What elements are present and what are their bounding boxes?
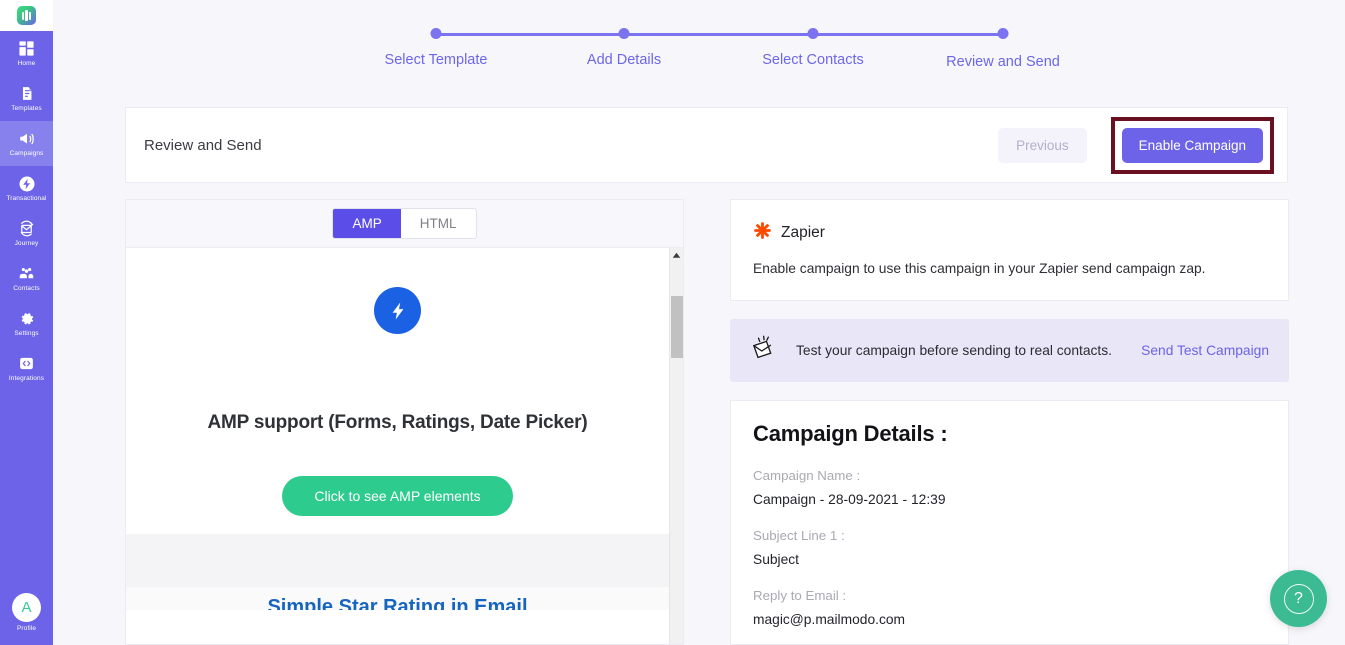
app-logo[interactable] <box>0 0 53 31</box>
enable-campaign-button[interactable]: Enable Campaign <box>1121 127 1263 163</box>
field-value: Campaign - 28-09-2021 - 12:39 <box>753 492 946 507</box>
main-area: Select Template Add Details Select Conta… <box>53 0 1345 645</box>
stepper-connector <box>436 33 624 36</box>
bolt-circle-icon <box>18 174 36 193</box>
header-actions: Previous Enable Campaign <box>998 116 1287 174</box>
app-root: Home Templates Campaigns Transactional J <box>0 0 1345 645</box>
document-icon <box>18 84 35 103</box>
stepper-connector <box>624 33 813 36</box>
code-box-icon <box>18 354 35 373</box>
test-campaign-text: Test your campaign before sending to rea… <box>796 343 1112 358</box>
preview-scroll-area: AMP support (Forms, Ratings, Date Picker… <box>126 248 683 644</box>
sidebar-item-integrations[interactable]: Integrations <box>0 346 53 391</box>
stepper-dot-3[interactable] <box>807 28 819 39</box>
email-next-section: Simple Star Rating in Email <box>126 587 669 610</box>
mailmodo-logo-icon <box>17 6 36 25</box>
scrollbar-thumb[interactable] <box>671 296 683 358</box>
field-label: Reply to Email : <box>753 588 847 603</box>
question-mark-icon: ? <box>1283 583 1314 614</box>
zapier-card: Zapier Enable campaign to use this campa… <box>730 199 1289 301</box>
gear-icon <box>18 309 36 328</box>
avatar: A <box>12 593 41 622</box>
tab-amp[interactable]: AMP <box>333 209 401 238</box>
tab-html[interactable]: HTML <box>400 209 476 238</box>
field-reply-to-email: Reply to Email : magic@p.mailmodo.com <box>753 588 1266 627</box>
sidebar-item-campaigns[interactable]: Campaigns <box>0 121 53 166</box>
field-campaign-name: Campaign Name : Campaign - 28-09-2021 - … <box>753 468 1266 507</box>
stepper-label-select-contacts[interactable]: Select Contacts <box>762 52 864 68</box>
sidebar-item-label: Settings <box>14 330 39 337</box>
stepper-dot-4[interactable] <box>997 28 1009 39</box>
sidebar-item-journey[interactable]: Journey <box>0 211 53 256</box>
campaign-details-card: Campaign Details : Campaign Name : Campa… <box>730 400 1289 645</box>
preview-tabs: AMP HTML <box>332 208 477 239</box>
sidebar-item-profile[interactable]: A Profile <box>0 593 53 633</box>
sidebar: Home Templates Campaigns Transactional J <box>0 0 53 645</box>
profile-label: Profile <box>16 625 37 632</box>
grid-icon <box>18 39 35 58</box>
field-label: Subject Line 1 : <box>753 528 845 543</box>
field-value: Subject <box>753 552 800 567</box>
preview-scrollbar[interactable] <box>669 248 683 644</box>
sidebar-item-label: Campaigns <box>9 150 44 157</box>
sidebar-item-label: Templates <box>11 105 42 112</box>
stepper-dot-2[interactable] <box>618 28 630 39</box>
sidebar-item-label: Contacts <box>13 285 40 292</box>
help-button[interactable]: ? <box>1270 570 1327 627</box>
zapier-header: Zapier <box>753 221 1266 245</box>
caret-up-icon[interactable] <box>670 248 683 262</box>
sidebar-item-label: Integrations <box>8 375 45 382</box>
email-preview-card: AMP HTML AMP support (Forms, Ratings, Da… <box>125 199 684 645</box>
email-headline: AMP support (Forms, Ratings, Date Picker… <box>207 412 588 433</box>
zapier-title: Zapier <box>781 224 825 241</box>
right-column: Zapier Enable campaign to use this campa… <box>730 199 1289 645</box>
stepper-label-add-details[interactable]: Add Details <box>587 52 661 68</box>
field-subject-line-1: Subject Line 1 : Subject <box>753 528 1266 567</box>
page-title: Review and Send <box>144 136 262 154</box>
enable-campaign-highlight: Enable Campaign <box>1110 116 1274 174</box>
preview-tabs-bar: AMP HTML <box>126 200 683 248</box>
sidebar-item-label: Journey <box>14 240 39 247</box>
email-cta-button[interactable]: Click to see AMP elements <box>282 476 513 516</box>
stepper-label-review-and-send[interactable]: Review and Send <box>946 54 1060 70</box>
amp-bolt-icon <box>374 287 421 334</box>
stepper-track: Select Template Add Details Select Conta… <box>385 28 1060 70</box>
sidebar-item-home[interactable]: Home <box>0 31 53 76</box>
stepper-label-select-template[interactable]: Select Template <box>385 52 488 68</box>
sidebar-item-settings[interactable]: Settings <box>0 301 53 346</box>
content-region: AMP HTML AMP support (Forms, Ratings, Da… <box>125 199 1289 645</box>
email-hero-section: AMP support (Forms, Ratings, Date Picker… <box>126 248 669 534</box>
sidebar-item-label: Home <box>17 60 36 67</box>
send-test-campaign-link[interactable]: Send Test Campaign <box>1141 343 1269 358</box>
field-value: magic@p.mailmodo.com <box>753 612 906 627</box>
stepper-connector <box>813 33 1003 36</box>
zapier-description: Enable campaign to use this campaign in … <box>753 261 1206 276</box>
test-campaign-banner: Test your campaign before sending to rea… <box>730 319 1289 382</box>
sidebar-item-templates[interactable]: Templates <box>0 76 53 121</box>
sidebar-item-transactional[interactable]: Transactional <box>0 166 53 211</box>
stepper-dot-1[interactable] <box>430 28 442 39</box>
wizard-stepper: Select Template Add Details Select Conta… <box>53 0 1345 90</box>
people-icon <box>17 264 36 283</box>
field-label: Campaign Name : <box>753 468 861 483</box>
email-divider-band <box>126 534 669 587</box>
envelope-arrows-icon <box>17 219 36 238</box>
email-body-preview: AMP support (Forms, Ratings, Date Picker… <box>126 248 669 644</box>
megaphone-icon <box>18 129 36 148</box>
sidebar-item-label: Transactional <box>6 195 47 202</box>
page-header-card: Review and Send Previous Enable Campaign <box>125 107 1288 183</box>
previous-button[interactable]: Previous <box>998 127 1087 163</box>
campaign-details-title: Campaign Details : <box>753 421 948 446</box>
email-section-heading: Simple Star Rating in Email <box>267 596 528 610</box>
flying-envelope-icon <box>750 333 782 368</box>
sidebar-item-contacts[interactable]: Contacts <box>0 256 53 301</box>
zapier-asterisk-icon <box>753 221 772 245</box>
